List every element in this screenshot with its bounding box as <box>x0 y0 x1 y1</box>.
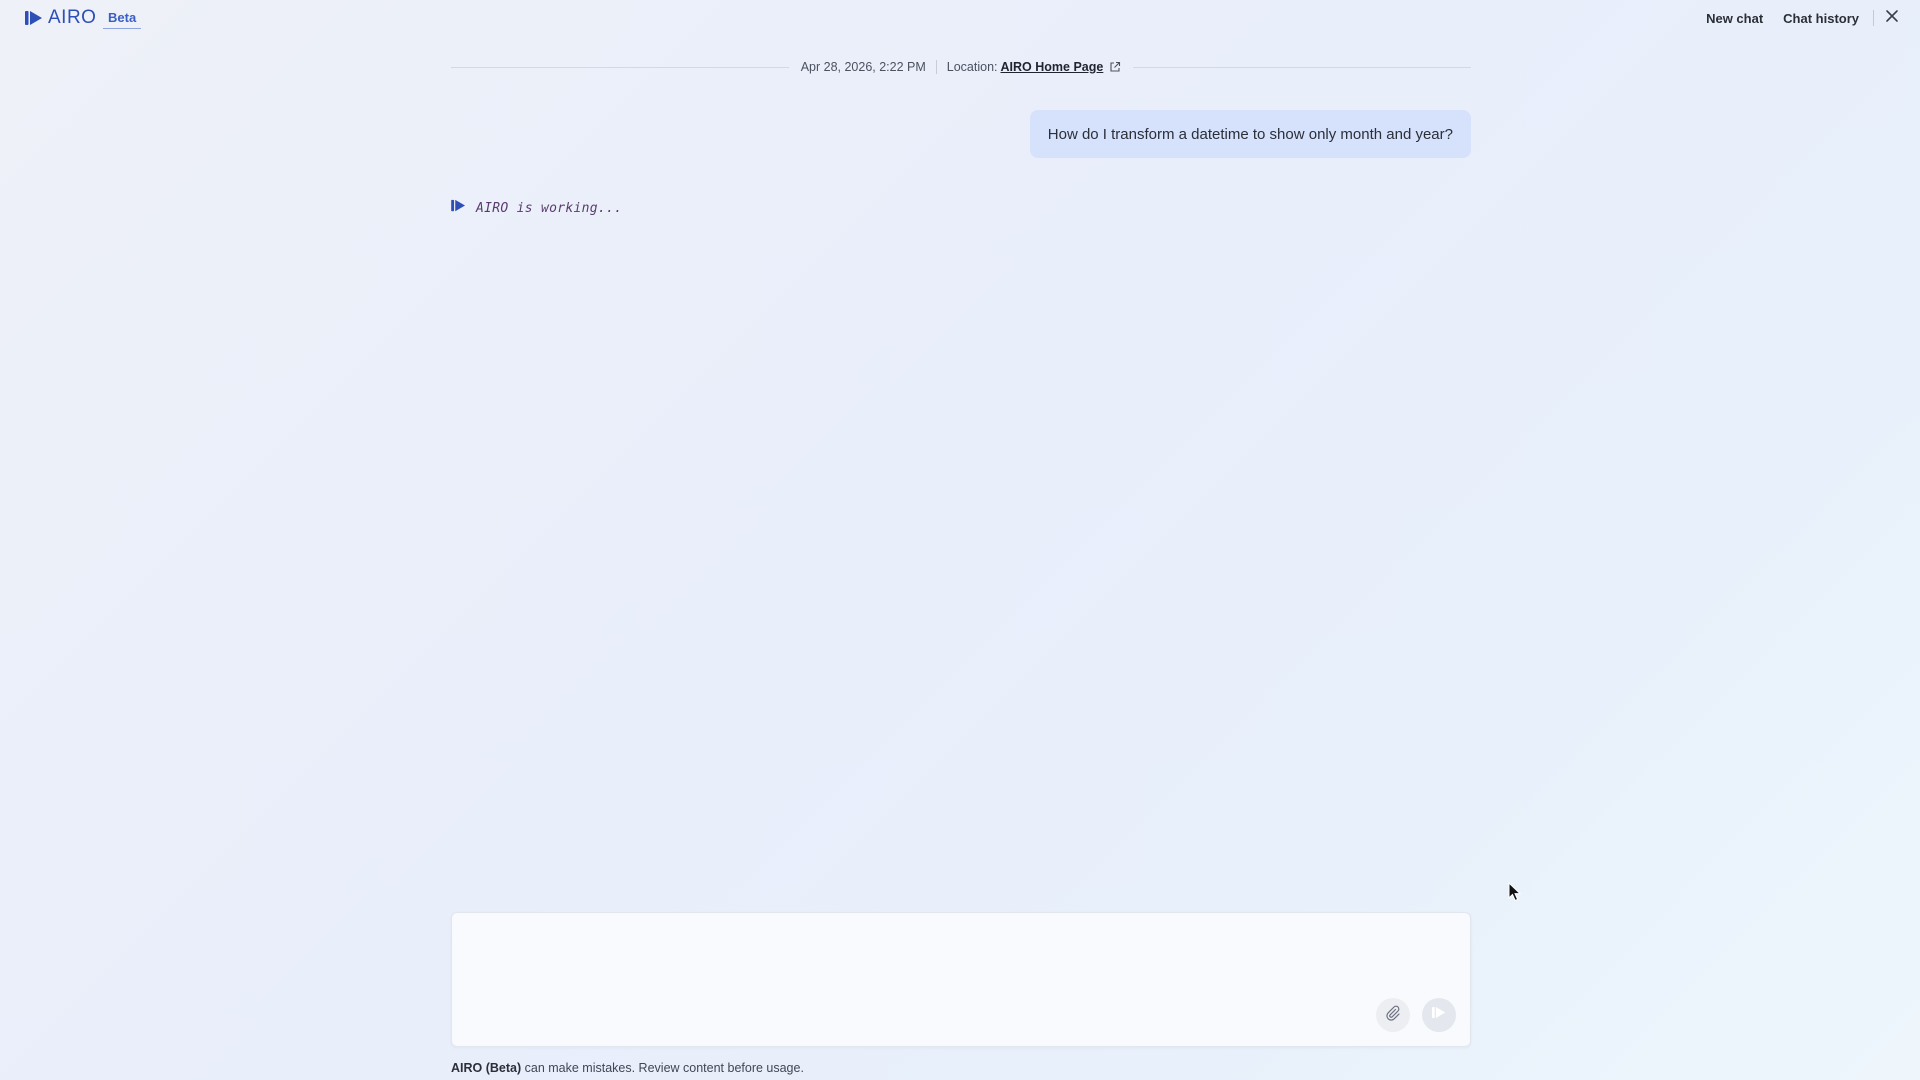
user-message-bubble: How do I transform a datetime to show on… <box>1029 110 1471 158</box>
disclaimer-text: can make mistakes. Review content before… <box>521 1061 804 1075</box>
divider <box>1873 10 1874 26</box>
external-link-icon[interactable] <box>1109 61 1121 73</box>
paperclip-icon <box>1385 1005 1401 1026</box>
message-composer <box>451 912 1471 1047</box>
divider-line-left <box>451 66 789 68</box>
send-icon <box>1432 1006 1446 1024</box>
logo-text: AIRO <box>48 7 97 28</box>
disclaimer: AIRO (Beta) can make mistakes. Review co… <box>451 1061 804 1075</box>
airo-status-icon <box>451 199 466 217</box>
close-icon <box>1885 9 1899 28</box>
beta-badge: Beta <box>103 9 142 29</box>
divider-line-right <box>1133 66 1472 68</box>
location-label: Location: <box>946 60 998 74</box>
close-button[interactable] <box>1880 6 1904 30</box>
session-info: Apr 28, 2026, 2:22 PM Location: AIRO Hom… <box>789 60 1134 74</box>
user-message-text: How do I transform a datetime to show on… <box>1047 125 1453 143</box>
top-bar: AIRO Beta New chat Chat history <box>0 0 1920 36</box>
attach-button[interactable] <box>1376 998 1410 1032</box>
location-link[interactable]: AIRO Home Page <box>1001 60 1104 74</box>
divider <box>935 60 937 74</box>
disclaimer-product: AIRO (Beta) <box>451 1061 522 1075</box>
status-text: AIRO is working... <box>476 200 623 216</box>
mouse-cursor-icon <box>1508 881 1522 907</box>
airo-logo[interactable]: AIRO <box>25 7 97 28</box>
send-button[interactable] <box>1422 998 1456 1032</box>
new-chat-button[interactable]: New chat <box>1696 11 1773 26</box>
assistant-status: AIRO is working... <box>451 199 622 217</box>
session-timestamp: Apr 28, 2026, 2:22 PM <box>800 60 926 74</box>
session-meta: Apr 28, 2026, 2:22 PM Location: AIRO Hom… <box>451 58 1472 76</box>
top-actions: New chat Chat history <box>1696 6 1904 30</box>
chat-history-button[interactable]: Chat history <box>1773 11 1869 26</box>
airo-play-icon <box>25 10 43 26</box>
message-input[interactable] <box>452 913 1470 1003</box>
